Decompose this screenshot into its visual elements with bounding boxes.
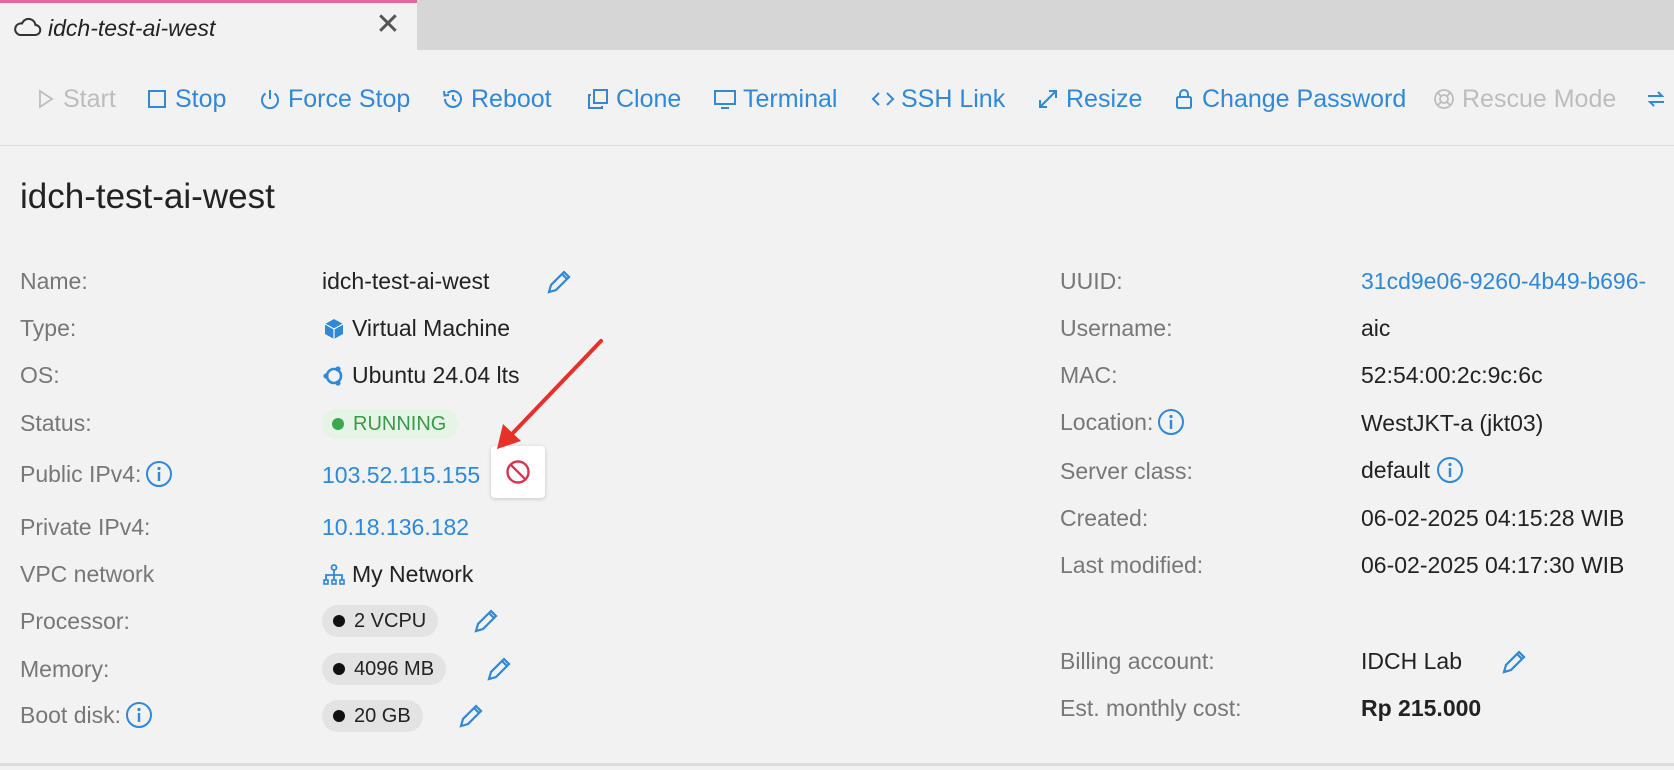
lock-icon [1176,89,1192,109]
running-dot-icon [332,418,344,430]
copy-icon [588,89,608,109]
monthly-cost-label: Est. monthly cost: [1060,695,1242,721]
edit-boot-disk-pencil-icon[interactable] [457,702,485,730]
ubuntu-icon [323,365,343,386]
edit-processor-pencil-icon[interactable] [472,607,500,635]
username-label: Username: [1060,315,1173,341]
type-value: Virtual Machine [322,315,510,342]
reboot-button[interactable]: Reboot [441,80,552,118]
last-modified-value: 06-02-2025 04:17:30 WIB [1361,552,1625,578]
public-ipv4-label: Public IPv4: [20,460,173,488]
terminal-button[interactable]: Terminal [713,80,837,118]
power-icon [261,90,279,110]
location-label: Location: [1060,408,1185,436]
billing-account-value: IDCH Lab [1361,648,1462,674]
processor-badge: 2 VCPU [322,605,439,637]
vpc-network-label: VPC network [20,561,155,587]
play-icon [39,89,54,109]
rescue-mode-button[interactable]: Rescue Mode [1432,80,1616,118]
info-icon[interactable] [1157,408,1185,436]
server-class-value: default [1361,456,1464,484]
processor-label: Processor: [20,608,130,634]
info-icon[interactable] [125,701,153,729]
dot-icon [333,710,345,722]
edit-billing-pencil-icon[interactable] [1500,648,1528,676]
history-icon [443,90,462,108]
mac-value: 52:54:00:2c:9c:6c [1361,362,1543,388]
created-label: Created: [1060,505,1149,531]
stop-icon [148,90,166,108]
lifebuoy-icon [1434,89,1454,109]
os-value: Ubuntu 24.04 lts [322,362,520,389]
dot-icon [333,663,345,675]
last-modified-label: Last modified: [1060,552,1204,578]
tab-strip: idch-test-ai-west ✕ [0,0,1674,50]
clone-button[interactable]: Clone [586,80,681,118]
force-stop-button[interactable]: Force Stop [258,80,410,118]
monthly-cost-value: Rp 215.000 [1361,695,1482,721]
page-title: idch-test-ai-west [20,177,275,216]
cube-icon [324,318,344,339]
public-ipv4-link[interactable]: 103.52.115.155 [322,462,480,489]
tab-idch-test-ai-west[interactable]: idch-test-ai-west ✕ [0,0,417,50]
dot-icon [333,615,345,627]
status-label: Status: [20,410,92,436]
resize-button[interactable]: Resize [1036,80,1142,118]
server-class-label: Server class: [1060,458,1193,484]
billing-account-label: Billing account: [1060,648,1215,674]
block-icon [506,460,530,484]
close-icon[interactable]: ✕ [372,9,404,41]
type-label: Type: [20,315,77,341]
code-icon [871,92,895,106]
edit-memory-pencil-icon[interactable] [485,655,513,683]
status-badge: RUNNING [322,409,459,439]
created-value: 06-02-2025 04:15:28 WIB [1361,505,1625,531]
start-button[interactable]: Start [33,80,116,118]
uuid-link[interactable]: 31cd9e06-9260-4b49-b696- [1361,268,1646,295]
monitor-icon [714,90,736,109]
swap-icon [1647,91,1665,107]
memory-badge: 4096 MB [322,653,447,685]
ssh-link-button[interactable]: SSH Link [871,80,1005,118]
cloud-icon [14,17,42,36]
more-actions-button[interactable] [1644,80,1668,118]
name-value: idch-test-ai-west [322,268,490,294]
name-label: Name: [20,268,88,294]
block-ip-button[interactable] [491,446,545,498]
boot-disk-label: Boot disk: [20,701,153,729]
expand-icon [1039,90,1057,108]
stop-button[interactable]: Stop [145,80,226,118]
memory-label: Memory: [20,656,110,682]
username-value: aic [1361,315,1391,341]
change-password-button[interactable]: Change Password [1172,80,1406,118]
uuid-label: UUID: [1060,268,1123,294]
boot-disk-badge: 20 GB [322,700,423,732]
private-ipv4-label: Private IPv4: [20,514,151,540]
network-icon [323,563,345,585]
vpc-network-value: My Network [322,561,473,588]
info-icon[interactable] [145,460,173,488]
info-icon[interactable] [1436,456,1464,484]
os-label: OS: [20,362,60,388]
mac-label: MAC: [1060,362,1118,388]
location-value: WestJKT-a (jkt03) [1361,410,1544,436]
tab-title: idch-test-ai-west [48,15,216,41]
edit-name-pencil-icon[interactable] [545,268,573,296]
private-ipv4-link[interactable]: 10.18.136.182 [322,514,469,541]
bottom-divider [0,763,1674,766]
action-toolbar: Start Stop Force Stop Reboot Clone Termi… [0,50,1674,146]
